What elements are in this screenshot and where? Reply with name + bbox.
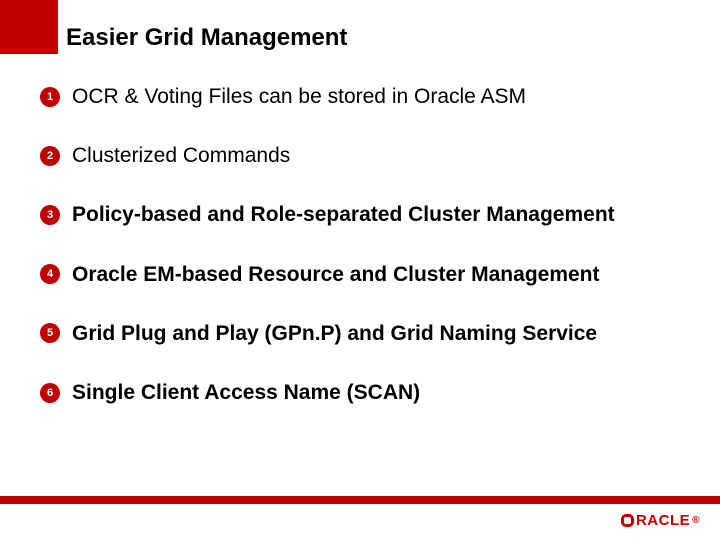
oracle-dot-icon: ® [692, 515, 700, 526]
oracle-o-icon [621, 514, 634, 527]
list-item: 4 Oracle EM-based Resource and Cluster M… [40, 262, 690, 287]
number-badge-icon: 2 [40, 146, 60, 166]
bullet-list: 1 OCR & Voting Files can be stored in Or… [40, 84, 690, 439]
list-item-text: Policy-based and Role-separated Cluster … [72, 202, 615, 227]
list-item: 5 Grid Plug and Play (GPn.P) and Grid Na… [40, 321, 690, 346]
accent-block [0, 0, 58, 54]
oracle-logo-text: RACLE [636, 512, 690, 529]
list-item-text: Grid Plug and Play (GPn.P) and Grid Nami… [72, 321, 597, 346]
number-badge-icon: 3 [40, 205, 60, 225]
number-badge-icon: 4 [40, 264, 60, 284]
list-item-text: OCR & Voting Files can be stored in Orac… [72, 84, 526, 109]
footer-bar [0, 496, 720, 504]
list-item-text: Oracle EM-based Resource and Cluster Man… [72, 262, 600, 287]
number-badge-icon: 5 [40, 323, 60, 343]
list-item: 2 Clusterized Commands [40, 143, 690, 168]
slide-title: Easier Grid Management [66, 24, 347, 52]
list-item-text: Single Client Access Name (SCAN) [72, 380, 420, 405]
oracle-logo-icon: RACLE ® [621, 512, 700, 529]
list-item: 6 Single Client Access Name (SCAN) [40, 380, 690, 405]
list-item: 3 Policy-based and Role-separated Cluste… [40, 202, 690, 227]
number-badge-icon: 6 [40, 383, 60, 403]
number-badge-icon: 1 [40, 87, 60, 107]
list-item-text: Clusterized Commands [72, 143, 290, 168]
list-item: 1 OCR & Voting Files can be stored in Or… [40, 84, 690, 109]
slide: Easier Grid Management 1 OCR & Voting Fi… [0, 0, 720, 540]
oracle-logo: RACLE ® [621, 512, 700, 532]
